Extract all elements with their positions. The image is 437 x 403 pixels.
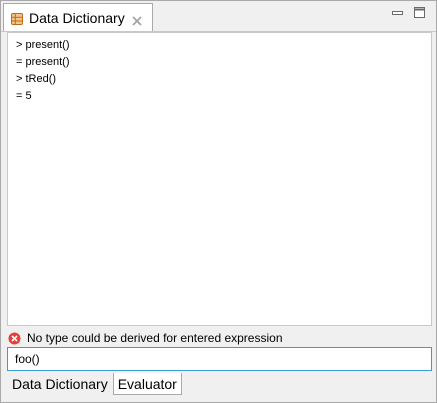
expression-input[interactable] bbox=[7, 347, 432, 371]
error-message-row: No type could be derived for entered exp… bbox=[8, 330, 283, 346]
console-line: = present() bbox=[16, 56, 70, 68]
evaluator-console[interactable]: > present() = present() > tRed() = 5 bbox=[7, 32, 432, 326]
console-line: > tRed() bbox=[16, 73, 57, 85]
error-message: No type could be derived for entered exp… bbox=[27, 331, 283, 345]
console-line: = 5 bbox=[16, 90, 32, 102]
tab-data-dictionary[interactable]: Data Dictionary bbox=[7, 373, 113, 395]
data-dictionary-view: Data Dictionary > present() = present() … bbox=[0, 0, 437, 403]
close-icon[interactable] bbox=[132, 13, 142, 25]
view-tab-label: Data Dictionary bbox=[29, 9, 125, 26]
tab-evaluator[interactable]: Evaluator bbox=[112, 373, 182, 395]
error-icon bbox=[8, 332, 21, 345]
view-tab-data-dictionary[interactable]: Data Dictionary bbox=[3, 3, 153, 31]
minimize-icon[interactable] bbox=[391, 6, 405, 20]
bottom-tab-bar: Data Dictionary Evaluator bbox=[7, 373, 182, 395]
data-dictionary-grid-icon bbox=[11, 12, 23, 25]
view-tab-bar: Data Dictionary bbox=[1, 1, 436, 32]
console-line: > present() bbox=[16, 39, 70, 51]
maximize-icon[interactable] bbox=[413, 6, 427, 20]
